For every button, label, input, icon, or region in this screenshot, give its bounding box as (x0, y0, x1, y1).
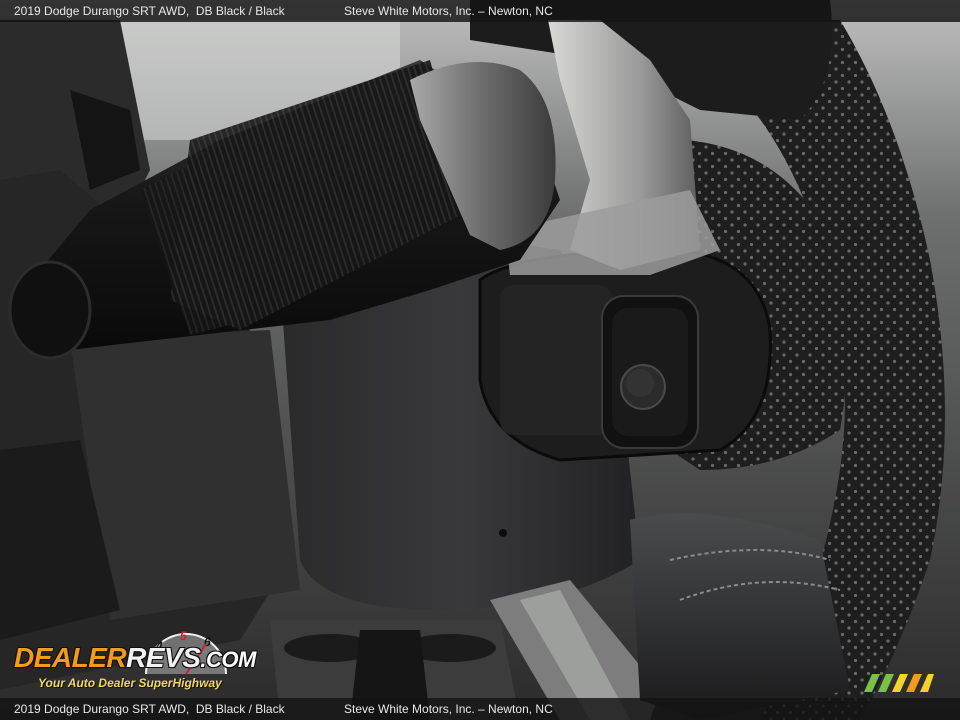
dial-number-5: 5 (180, 629, 187, 643)
photo-frame: 2019 Dodge Durango SRT AWD, DB Black / B… (0, 0, 960, 720)
dealerrevs-watermark: 4 5 6 DEALERREVS.COM Your Auto Dealer Su… (12, 624, 264, 696)
top-caption-bar: 2019 Dodge Durango SRT AWD, DB Black / B… (0, 0, 960, 22)
watermark-brand: DEALERREVS.COM (14, 642, 256, 674)
watermark-tagline: Your Auto Dealer SuperHighway (38, 676, 222, 690)
brand-com: .COM (200, 647, 256, 672)
dealer-caption: Steve White Motors, Inc. – Newton, NC (344, 4, 553, 18)
bottom-caption-bar: 2019 Dodge Durango SRT AWD, DB Black / B… (0, 698, 960, 720)
brand-revs: REVS (126, 642, 201, 673)
steering-column-photo (0, 0, 960, 720)
dealer-caption-bottom: Steve White Motors, Inc. – Newton, NC (344, 702, 553, 716)
speed-stripes-icon (864, 674, 934, 692)
vehicle-caption-bottom: 2019 Dodge Durango SRT AWD, DB Black / B… (14, 702, 285, 716)
vehicle-caption: 2019 Dodge Durango SRT AWD, DB Black / B… (14, 4, 285, 18)
brand-dealer: DEALER (14, 642, 127, 673)
